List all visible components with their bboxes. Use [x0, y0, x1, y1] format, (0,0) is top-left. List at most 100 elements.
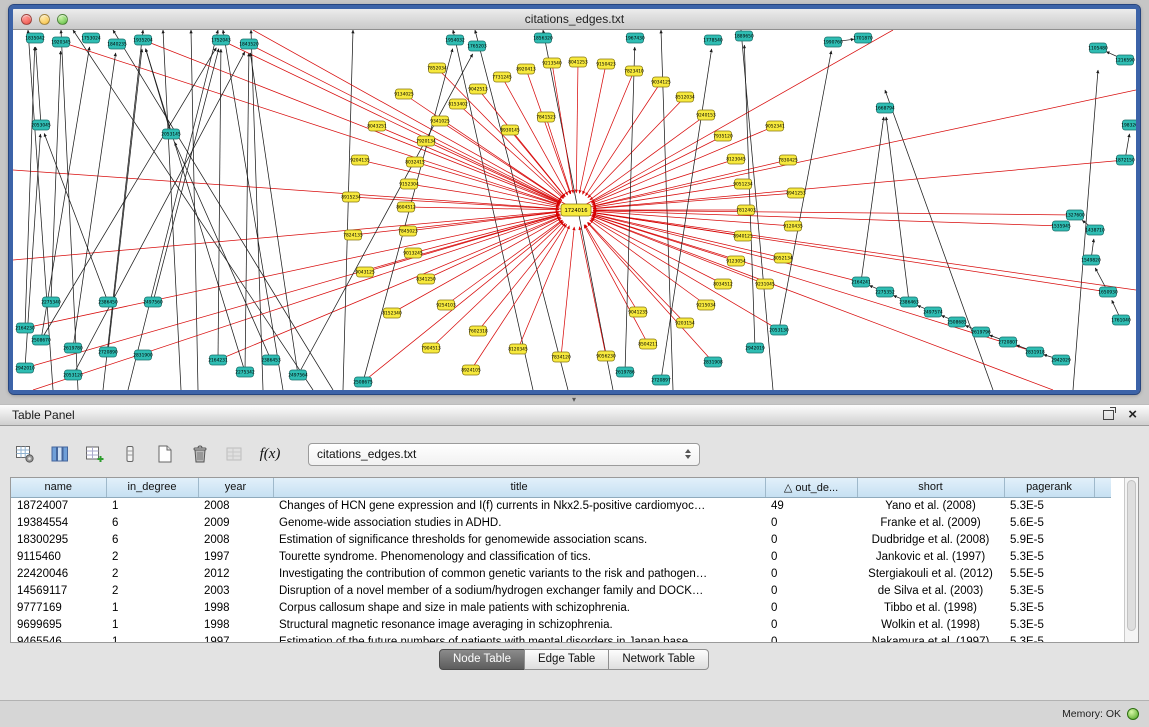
cell-name[interactable]: 22420046 — [11, 565, 106, 582]
cell-in_degree[interactable]: 1 — [106, 633, 198, 643]
cell-short[interactable]: Nakamura et al. (1997) — [857, 633, 1004, 643]
network-node[interactable]: 1724016 — [561, 204, 591, 216]
network-node[interactable]: 2497560 — [143, 297, 163, 307]
network-edge[interactable] — [593, 193, 796, 209]
network-node[interactable]: 9203154 — [675, 318, 695, 328]
cell-name[interactable]: 9465546 — [11, 633, 106, 643]
network-edge[interactable] — [113, 30, 333, 390]
network-node[interactable]: 8041253 — [568, 57, 588, 67]
column-header-title[interactable]: title — [273, 478, 765, 497]
tab-node-table[interactable]: Node Table — [439, 649, 525, 670]
cell-name[interactable]: 9699695 — [11, 616, 106, 633]
network-node[interactable]: 1778540 — [703, 35, 723, 45]
network-node[interactable]: 1983260 — [1121, 120, 1136, 130]
network-edge[interactable] — [625, 47, 635, 372]
network-node[interactable]: 9051234 — [733, 179, 753, 189]
network-node[interactable]: 2619786 — [615, 367, 635, 377]
network-edge[interactable] — [298, 54, 473, 375]
cell-name[interactable]: 18300295 — [11, 531, 106, 548]
cell-name[interactable]: 9777169 — [11, 599, 106, 616]
table-settings-icon[interactable] — [14, 443, 36, 465]
network-node[interactable]: 9013245 — [403, 248, 423, 258]
column-header-in_degree[interactable]: in_degree — [106, 478, 198, 497]
table-row[interactable]: 1872400712008Changes of HCN gene express… — [11, 497, 1111, 514]
cell-in_degree[interactable]: 1 — [106, 599, 198, 616]
table-scrollbar[interactable] — [1124, 478, 1138, 642]
cell-title[interactable]: Tourette syndrome. Phenomenology and cla… — [273, 548, 765, 565]
network-edge[interactable] — [218, 217, 560, 360]
cell-title[interactable]: Disruption of a novel member of a sodium… — [273, 582, 765, 599]
network-edge[interactable] — [143, 40, 560, 204]
column-header-short[interactable]: short — [857, 478, 1004, 497]
network-node[interactable]: 2164231 — [208, 355, 228, 365]
cell-short[interactable]: Stergiakouli et al. (2012) — [857, 565, 1004, 582]
table-row[interactable]: 946554611997Estimation of the future num… — [11, 633, 1111, 643]
network-node[interactable]: 8120345 — [508, 344, 528, 354]
network-node[interactable]: 2831900 — [133, 350, 153, 360]
network-node[interactable]: 1967430 — [625, 33, 645, 43]
network-node[interactable]: 9042513 — [468, 84, 488, 94]
cell-year[interactable]: 2009 — [198, 514, 273, 531]
network-edge[interactable] — [583, 71, 634, 194]
cell-pagerank[interactable]: 5.3E-5 — [1004, 599, 1094, 616]
network-node[interactable]: 2942010 — [15, 363, 35, 373]
network-node[interactable]: 1752043 — [211, 35, 231, 45]
network-node[interactable]: 9041235 — [628, 307, 648, 317]
cell-pagerank[interactable]: 5.3E-5 — [1004, 548, 1094, 565]
network-edge[interactable] — [13, 170, 576, 210]
cell-in_degree[interactable]: 1 — [106, 497, 198, 514]
cell-year[interactable]: 1997 — [198, 633, 273, 643]
network-edge[interactable] — [593, 160, 1125, 208]
network-edge[interactable] — [579, 227, 606, 356]
cell-title[interactable]: Estimation of the future numbers of pati… — [273, 633, 765, 643]
network-node[interactable]: 9152304 — [399, 179, 419, 189]
select-columns-icon[interactable] — [49, 443, 71, 465]
scrollbar-thumb[interactable] — [1127, 480, 1136, 631]
new-column-icon[interactable] — [84, 443, 106, 465]
network-node[interactable]: 2942019 — [745, 343, 765, 353]
cell-year[interactable]: 1998 — [198, 599, 273, 616]
network-node[interactable]: 8924105 — [461, 365, 481, 375]
network-node[interactable]: 1889650 — [734, 31, 754, 41]
network-node[interactable]: 8341250 — [416, 274, 436, 284]
network-edge[interactable] — [51, 51, 61, 302]
network-node[interactable]: 8920413 — [516, 64, 536, 74]
splitter-handle[interactable]: ▾ — [567, 396, 581, 403]
network-edge[interactable] — [41, 47, 90, 340]
network-node[interactable]: 1753024 — [81, 33, 101, 43]
network-node[interactable]: 1438710 — [1085, 225, 1105, 235]
network-node[interactable]: 2720890 — [98, 347, 118, 357]
network-edge[interactable] — [576, 90, 1136, 210]
network-node[interactable]: 9134025 — [394, 89, 414, 99]
network-edge[interactable] — [44, 133, 108, 302]
table-row[interactable]: 911546021997Tourette syndrome. Phenomeno… — [11, 548, 1111, 565]
column-header-out_degree[interactable]: △ out_de... — [765, 478, 857, 497]
network-node[interactable]: 9204135 — [350, 155, 370, 165]
cell-pagerank[interactable]: 5.5E-5 — [1004, 565, 1094, 582]
cell-name[interactable]: 9115460 — [11, 548, 106, 565]
network-node[interactable]: 1105480 — [1088, 43, 1108, 53]
network-edge[interactable] — [25, 47, 35, 328]
network-node[interactable]: 1549820 — [1081, 255, 1101, 265]
network-edge[interactable] — [593, 160, 788, 206]
network-edge[interactable] — [576, 210, 1053, 390]
network-edge[interactable] — [552, 63, 573, 193]
cell-in_degree[interactable]: 2 — [106, 548, 198, 565]
close-panel-icon[interactable]: × — [1128, 408, 1137, 422]
cell-year[interactable]: 2012 — [198, 565, 273, 582]
network-node[interactable]: 9056230 — [596, 351, 616, 361]
network-edge[interactable] — [163, 30, 181, 390]
network-node[interactable]: 9213540 — [542, 58, 562, 68]
table-row[interactable]: 977716911998Corpus callosum shape and si… — [11, 599, 1111, 616]
network-node[interactable]: 2275352 — [875, 287, 895, 297]
network-node[interactable]: 1856320 — [533, 33, 553, 43]
network-node[interactable]: 9215034 — [696, 300, 716, 310]
network-edge[interactable] — [415, 162, 560, 205]
network-node[interactable]: 9034125 — [651, 77, 671, 87]
cell-title[interactable]: Structural magnetic resonance image aver… — [273, 616, 765, 633]
network-node[interactable]: 2508675 — [353, 377, 373, 387]
network-node[interactable]: 7920134 — [416, 136, 436, 146]
network-node[interactable]: 2720897 — [651, 375, 671, 385]
network-node[interactable]: 9341025 — [430, 116, 450, 126]
network-node[interactable]: 1990760 — [823, 37, 843, 47]
